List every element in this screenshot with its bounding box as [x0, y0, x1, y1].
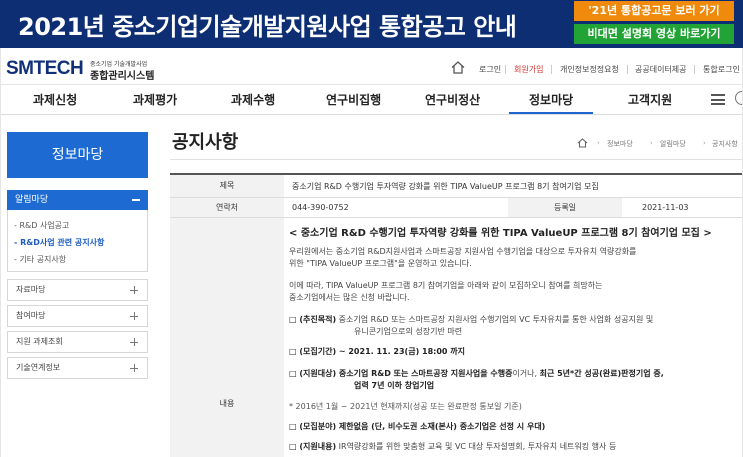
content-field: □ (모집분야) 제한없음 (단, 비수도권 소재(본사) 중소기업은 선정 시…: [289, 422, 546, 431]
login-link[interactable]: 로그인: [479, 64, 501, 75]
sidebar-item-tech-link[interactable]: 기술연계정보: [7, 357, 148, 379]
sidebar-item-resources[interactable]: 자료마당: [7, 279, 148, 301]
top-banner[interactable]: 2021년 중소기업기술개발지원사업 통합공고 안내 '21년 통합공고문 보러…: [0, 0, 743, 48]
search-icon[interactable]: [735, 91, 743, 105]
date-value: 2021-11-03: [642, 203, 689, 212]
breadcrumb-home-icon[interactable]: [577, 138, 588, 148]
breadcrumb-item[interactable]: 정보마당: [607, 139, 633, 149]
sidebar-item-task-search[interactable]: 지원 과제조회: [7, 331, 148, 353]
sidebar-item-label: 기술연계정보: [16, 363, 61, 372]
util-divider: [505, 65, 506, 74]
sidebar-item-participation[interactable]: 참여마당: [7, 305, 148, 327]
contact-label: 연락처: [170, 198, 284, 217]
sidebar-sub-rnd-notice[interactable]: - R&D사업 관련 공지사항: [14, 237, 104, 248]
content-purpose: □ (추진목적) 중소기업 R&D 또는 스마트공장 지원사업 수행기업의 VC…: [289, 315, 654, 324]
gnb-item-execution[interactable]: 과제수행: [231, 91, 275, 108]
breadcrumb-item[interactable]: 공지사항: [712, 139, 738, 149]
contact-row: 연락처 044-390-0752 등록일 2021-11-03: [170, 198, 743, 218]
breadcrumb-item[interactable]: 알림마당: [660, 139, 686, 149]
gnb-divider: [0, 114, 743, 115]
content-intro-line: 이에 따라, TIPA ValueUP 프로그램 8기 참여기업을 아래와 같이…: [289, 281, 603, 290]
breadcrumb-arrow-icon: ›: [597, 139, 600, 147]
content-intro-line: 위한 "TIPA ValueUP 프로그램"을 운영하고 있습니다.: [289, 259, 472, 268]
notice-view-button[interactable]: '21년 통합공고문 보러 가기: [574, 1, 734, 21]
site-logo[interactable]: SMTECH 중소기업 기술개발사업 종합관리시스템: [6, 58, 176, 82]
util-divider: [551, 65, 552, 74]
logo-system-name: 종합관리시스템: [90, 71, 155, 82]
notice-subject: 중소기업 R&D 수행기업 투자역량 강화를 위한 TIPA ValueUP 프…: [292, 182, 599, 191]
open-data-link[interactable]: 공공데이터제공: [635, 64, 687, 75]
gnb-item-evaluation[interactable]: 과제평가: [133, 91, 177, 108]
sidebar-title: 정보마당: [7, 132, 148, 178]
expand-icon[interactable]: [130, 338, 138, 346]
home-icon[interactable]: [451, 61, 465, 74]
sidebar-item-label: 지원 과제조회: [16, 337, 63, 346]
subject-row: 제목 중소기업 R&D 수행기업 투자역량 강화를 위한 TIPA ValueU…: [170, 175, 743, 198]
content-target-cont: 업력 7년 이하 창업기업: [354, 381, 435, 390]
expand-icon[interactable]: [130, 364, 138, 372]
gnb-divider: [0, 84, 743, 85]
gnb-item-settlement[interactable]: 연구비정산: [425, 91, 480, 108]
sidebar-group-notice[interactable]: 알림마당: [7, 190, 148, 210]
video-link-button[interactable]: 비대면 설명회 영상 바로가기: [574, 24, 734, 44]
gnb-item-budget[interactable]: 연구비집행: [326, 91, 381, 108]
contact-value: 044-390-0752: [292, 203, 349, 212]
sidebar-item-label: 자료마당: [16, 285, 46, 294]
expand-icon[interactable]: [130, 312, 138, 320]
breadcrumb-arrow-icon: ›: [703, 139, 706, 147]
content-label: 내용: [170, 218, 284, 457]
gnb-item-apply[interactable]: 과제신청: [33, 91, 77, 108]
content-target-note: * 2016년 1월 ~ 2021년 현재까지(성공 또는 완료판정 통보일 기…: [289, 402, 522, 411]
date-label: 등록일: [508, 198, 622, 217]
banner-title[interactable]: 2021년 중소기업기술개발지원사업 통합공고 안내: [18, 7, 517, 42]
signup-link[interactable]: 회원가입: [514, 64, 543, 75]
title-divider: [170, 159, 743, 160]
sidebar-sub-rnd-announce[interactable]: - R&D 사업공고: [14, 220, 69, 231]
integrated-login-link[interactable]: 통합로그인: [703, 64, 740, 75]
logo-wordmark: SMTECH: [6, 58, 84, 79]
expand-icon[interactable]: [130, 286, 138, 294]
content-period: □ (모집기간) ~ 2021. 11. 23(금) 18:00 까지: [289, 347, 465, 356]
sidebar-item-label: 참여마당: [16, 311, 46, 320]
breadcrumb-arrow-icon: ›: [650, 139, 653, 147]
subject-label: 제목: [170, 175, 284, 197]
privacy-request-link[interactable]: 개인정보정정요청: [560, 64, 619, 75]
util-divider: [694, 65, 695, 74]
page-title: 공지사항: [172, 132, 239, 153]
gnb-item-info[interactable]: 정보마당: [529, 91, 573, 108]
collapse-icon[interactable]: [132, 199, 140, 201]
sidebar-sub-other-notice[interactable]: - 기타 공지사항: [14, 254, 66, 265]
content-intro-line: 우리원에서는 중소기업 R&D지원사업과 스마트공장 지원사업 수행기업을 대상…: [289, 247, 637, 256]
content-target: □ (지원대상) 중소기업 R&D 또는 스마트공장 지원사업을 수행중이거나,…: [289, 369, 664, 378]
sidebar-group-label: 알림마당: [15, 195, 49, 205]
gnb-item-support[interactable]: 고객지원: [628, 91, 672, 108]
hamburger-menu-icon[interactable]: [711, 94, 725, 105]
content-purpose-cont: 유니콘기업으로의 성장기반 마련: [354, 327, 463, 336]
content-intro-line: 중소기업에서는 많은 신청 바랍니다.: [289, 293, 410, 302]
util-divider: [627, 65, 628, 74]
content-heading: < 중소기업 R&D 수행기업 투자역량 강화를 위한 TIPA ValueUP…: [289, 228, 712, 239]
content-support: □ (지원내용) IR역량강화를 위한 맞춤형 교육 및 VC 대상 투자설명회…: [289, 442, 617, 451]
